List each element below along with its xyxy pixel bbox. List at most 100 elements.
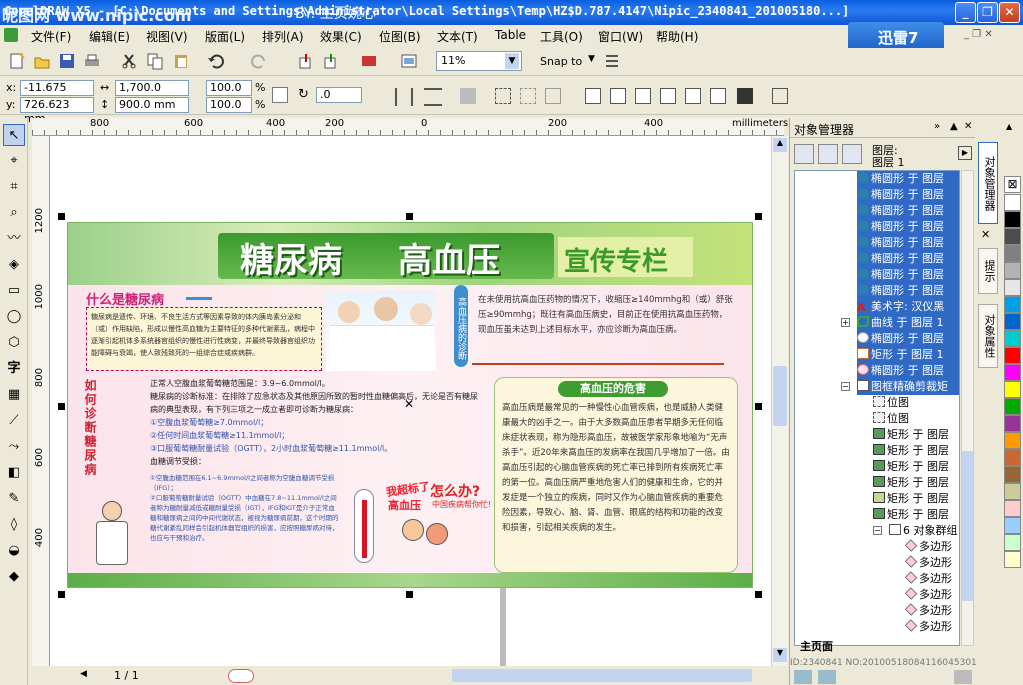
crop-tool-icon[interactable]: ⌗ [3,176,25,198]
color-swatch[interactable] [1004,194,1021,211]
color-swatch[interactable] [1004,483,1021,500]
tab-hints[interactable]: 提示 [978,248,998,294]
zoom-tool-icon[interactable]: ⌕ [3,202,25,224]
color-swatch[interactable] [1004,228,1021,245]
tree-item[interactable]: 矩形 于 图层 [873,427,959,443]
color-swatch[interactable] [1004,245,1021,262]
ellipse-tool-icon[interactable]: ◯ [3,306,25,328]
interactive-fill-icon[interactable]: ◆ [3,566,25,588]
tab-object-manager[interactable]: 对象管理器 [978,142,998,224]
docker-collapse-icon[interactable]: » [934,121,940,132]
selection-handle[interactable] [58,591,65,598]
tree-item[interactable]: 椭圆形 于 图层 [857,187,959,203]
undo-icon[interactable] [207,52,225,70]
height-field[interactable]: 900.0 mm [115,97,189,113]
tree-item[interactable]: 多边形 [904,555,959,571]
app-launcher-icon[interactable] [360,52,378,70]
docker-minimize-icon[interactable]: ▲ [950,121,958,132]
ungroup-icon[interactable] [495,88,511,104]
color-swatch[interactable] [1004,415,1021,432]
zoom-level-select[interactable]: 11% ▼ [436,51,522,71]
connector-tool-icon[interactable]: ⤳ [3,436,25,458]
mirror-vertical-icon[interactable] [424,88,442,106]
menu-text[interactable]: 文本(T) [437,28,478,45]
menu-arrange[interactable]: 排列(A) [262,28,304,45]
color-swatch[interactable] [1004,296,1021,313]
vertical-ruler[interactable]: 1200 1000 800 600 400 [32,136,50,676]
selection-handle[interactable] [406,591,413,598]
dimension-tool-icon[interactable]: ⟋ [3,410,25,432]
ungroup-all-icon[interactable] [520,88,536,104]
color-swatch[interactable] [1004,500,1021,517]
scroll-up-icon[interactable]: ▲ [773,138,787,152]
eyedropper-tool-icon[interactable]: ✎ [3,488,25,510]
mirror-horizontal-icon[interactable] [395,88,413,106]
tree-item[interactable]: 椭圆形 于 图层 [857,267,959,283]
boundary-icon[interactable] [737,88,753,104]
menu-effects[interactable]: 效果(C) [320,28,362,45]
rotation-angle-field[interactable]: .0 [316,87,362,103]
snap-to-menu[interactable]: Snap to [540,55,582,68]
export-icon[interactable] [322,52,340,70]
show-properties-icon[interactable] [794,144,814,164]
maximize-button[interactable]: ❐ [977,2,998,23]
tree-item[interactable]: 椭圆形 于 图层 [857,331,959,347]
menu-edit[interactable]: 编辑(E) [89,28,130,45]
object-tree[interactable]: 椭圆形 于 图层 椭圆形 于 图层 椭圆形 于 图层 椭圆形 于 图层 椭圆形 于 图层… [794,170,960,646]
tree-item[interactable]: A 美术字: 汉仪黑 [857,299,959,315]
back-minus-front-icon[interactable] [710,88,726,104]
color-swatch[interactable] [1004,262,1021,279]
menu-view[interactable]: 视图(V) [146,28,188,45]
width-field[interactable]: 1,700.0 mm [115,80,189,108]
welcome-screen-icon[interactable] [400,52,418,70]
tree-item[interactable]: 椭圆形 于 图层 [857,171,959,187]
collapse-icon[interactable]: − [841,382,850,391]
front-minus-back-icon[interactable] [685,88,701,104]
color-swatch[interactable] [1004,534,1021,551]
scale-x-field[interactable]: 100.0 [206,80,252,96]
center-marker-icon[interactable]: ✕ [404,397,414,411]
polygon-tool-icon[interactable]: ⬡ [3,332,25,354]
doc-window-controls[interactable]: _ ❐ ✕ [964,29,993,40]
hscroll-thumb[interactable] [452,669,752,682]
menu-help[interactable]: 帮助(H) [656,28,698,45]
page-tab[interactable] [228,669,254,683]
combine-icon[interactable] [545,88,561,104]
print-icon[interactable] [83,52,101,70]
freehand-tool-icon[interactable]: 〰 [3,228,25,250]
redo-icon[interactable] [250,52,268,70]
close-button[interactable]: ✕ [999,2,1020,23]
menu-table[interactable]: Table [495,28,526,42]
horizontal-ruler[interactable]: 800 600 400 200 0 200 400 millimeters [32,118,788,136]
color-swatch[interactable] [1004,211,1021,228]
color-swatch[interactable] [1004,381,1021,398]
tree-item[interactable]: 矩形 于 图层 [873,507,959,523]
copy-icon[interactable] [146,52,164,70]
x-position-field[interactable]: -11.675 mm [20,80,94,108]
save-icon[interactable] [58,52,76,70]
shape-tool-icon[interactable]: ⌖ [3,150,25,172]
selection-handle[interactable] [755,591,762,598]
tree-item[interactable]: 图框精确剪裁矩 − [841,379,959,395]
color-swatch[interactable] [1004,347,1021,364]
tree-scrollbar[interactable] [961,170,974,646]
color-swatch[interactable] [1004,517,1021,534]
color-swatch[interactable] [1004,279,1021,296]
menu-window[interactable]: 窗口(W) [598,28,643,45]
trim-icon[interactable] [610,88,626,104]
selection-handle[interactable] [755,403,762,410]
intersect-icon[interactable] [635,88,651,104]
menu-file[interactable]: 文件(F) [31,28,71,45]
color-swatch[interactable] [1004,466,1021,483]
tree-item[interactable]: 多边形 [904,571,959,587]
color-swatch[interactable] [1004,364,1021,381]
outline-tool-icon[interactable]: ◊ [3,514,25,536]
first-page-icon[interactable]: ◀ [80,669,92,682]
selection-handle[interactable] [406,213,413,220]
tree-item[interactable]: 椭圆形 于 图层 [857,219,959,235]
chevron-down-icon[interactable]: ▼ [505,53,519,69]
no-fill-swatch[interactable]: ⊠ [1004,176,1021,193]
scroll-thumb[interactable] [773,366,787,426]
color-swatch[interactable] [1004,313,1021,330]
tree-item[interactable]: 矩形 于 图层 [873,459,959,475]
